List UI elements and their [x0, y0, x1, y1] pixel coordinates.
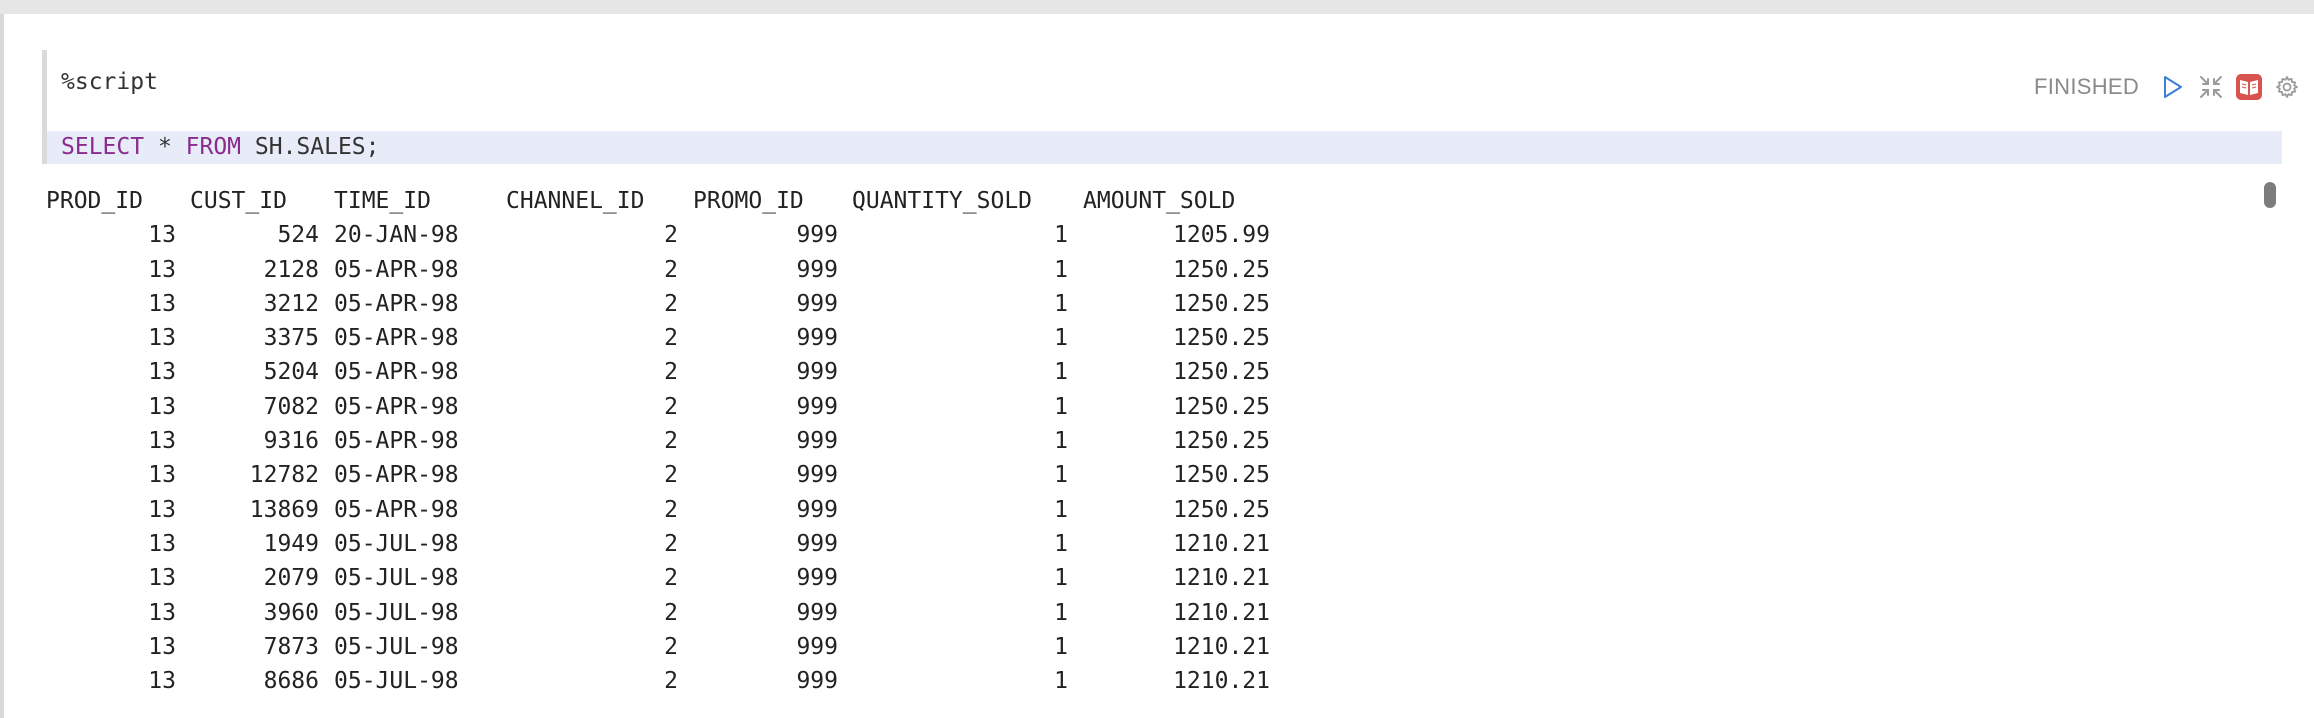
cell-amount-sold: 1250.25: [1173, 359, 1270, 386]
table-row: 13 3375 05-APR-98 2 999 1 1250.25: [46, 321, 1270, 355]
table-row: 13 2079 05-JUL-98 2 999 1 1210.21: [46, 561, 1270, 595]
cell-amount-sold: 1250.25: [1173, 393, 1270, 420]
sql-keyword-select: SELECT: [61, 134, 145, 160]
table-row: 13 8686 05-JUL-98 2 999 1 1210.21: [46, 664, 1270, 698]
cell-amount-sold: 1250.25: [1173, 290, 1270, 317]
table-row: 13 2128 05-APR-98 2 999 1 1250.25: [46, 253, 1270, 287]
cell-amount-sold: 1250.25: [1173, 256, 1270, 283]
cell-amount-sold: 1210.21: [1173, 565, 1270, 592]
scrollbar-thumb[interactable]: [2264, 182, 2276, 208]
editor-line-interpreter[interactable]: %script: [61, 66, 158, 98]
header-channel-id: CHANNEL_ID: [506, 188, 645, 214]
cell-amount-sold: 1210.21: [1173, 599, 1270, 626]
header-cust-id: CUST_ID: [190, 188, 287, 214]
sql-keyword-from: FROM: [185, 134, 242, 160]
table-row: 13 7082 05-APR-98 2 999 1 1250.25: [46, 390, 1270, 424]
cell-amount-sold: 1205.99: [1173, 222, 1270, 249]
cell-amount-sold: 1210.21: [1173, 668, 1270, 695]
table-row: 13 524 20-JAN-98 2 999 1 1205.99: [46, 218, 1270, 252]
code-editor[interactable]: %script SELECT * FROM SH.SALES;: [42, 50, 2282, 164]
header-prod-id: PROD_ID: [46, 188, 143, 214]
sql-table-name: SH.SALES;: [241, 134, 380, 160]
cell-amount-sold: 1210.21: [1173, 530, 1270, 557]
collapse-icon[interactable]: [2196, 72, 2226, 102]
paragraph-status: FINISHED: [2034, 74, 2140, 99]
table-row: 13 7873 05-JUL-98 2 999 1 1210.21: [46, 630, 1270, 664]
run-icon[interactable]: [2158, 72, 2188, 102]
result-table: PROD_ID CUST_ID TIME_ID CHANNEL_ID PROMO…: [46, 184, 1270, 698]
book-icon[interactable]: [2234, 72, 2264, 102]
table-row: 13 12782 05-APR-98 2 999 1 1250.25: [46, 458, 1270, 492]
cell-amount-sold: 1250.25: [1173, 325, 1270, 352]
cell-amount-sold: 1250.25: [1173, 496, 1270, 523]
top-bar: [0, 0, 2314, 15]
cell-amount-sold: 1250.25: [1173, 462, 1270, 489]
cell-amount-sold: 1250.25: [1173, 428, 1270, 455]
cell-amount-sold: 1210.21: [1173, 633, 1270, 660]
paragraph-toolbar: [2158, 70, 2310, 104]
header-time-id: TIME_ID: [334, 188, 431, 214]
editor-line-query[interactable]: SELECT * FROM SH.SALES;: [47, 131, 2282, 164]
table-row: 13 3960 05-JUL-98 2 999 1 1210.21: [46, 596, 1270, 630]
header-amount-sold: AMOUNT_SOLD: [1083, 188, 1236, 214]
table-row: 13 5204 05-APR-98 2 999 1 1250.25: [46, 355, 1270, 389]
sql-text: *: [144, 134, 186, 160]
table-row: 13 3212 05-APR-98 2 999 1 1250.25: [46, 287, 1270, 321]
table-header: PROD_ID CUST_ID TIME_ID CHANNEL_ID PROMO…: [46, 184, 1235, 218]
header-quantity-sold: QUANTITY_SOLD: [852, 188, 1033, 214]
settings-icon[interactable]: [2272, 72, 2302, 102]
notebook-paragraph: %script SELECT * FROM SH.SALES; FINISHED: [0, 14, 2314, 718]
header-promo-id: PROMO_ID: [693, 188, 804, 214]
table-row: 13 1949 05-JUL-98 2 999 1 1210.21: [46, 527, 1270, 561]
table-row: 13 13869 05-APR-98 2 999 1 1250.25: [46, 493, 1270, 527]
table-row: 13 9316 05-APR-98 2 999 1 1250.25: [46, 424, 1270, 458]
